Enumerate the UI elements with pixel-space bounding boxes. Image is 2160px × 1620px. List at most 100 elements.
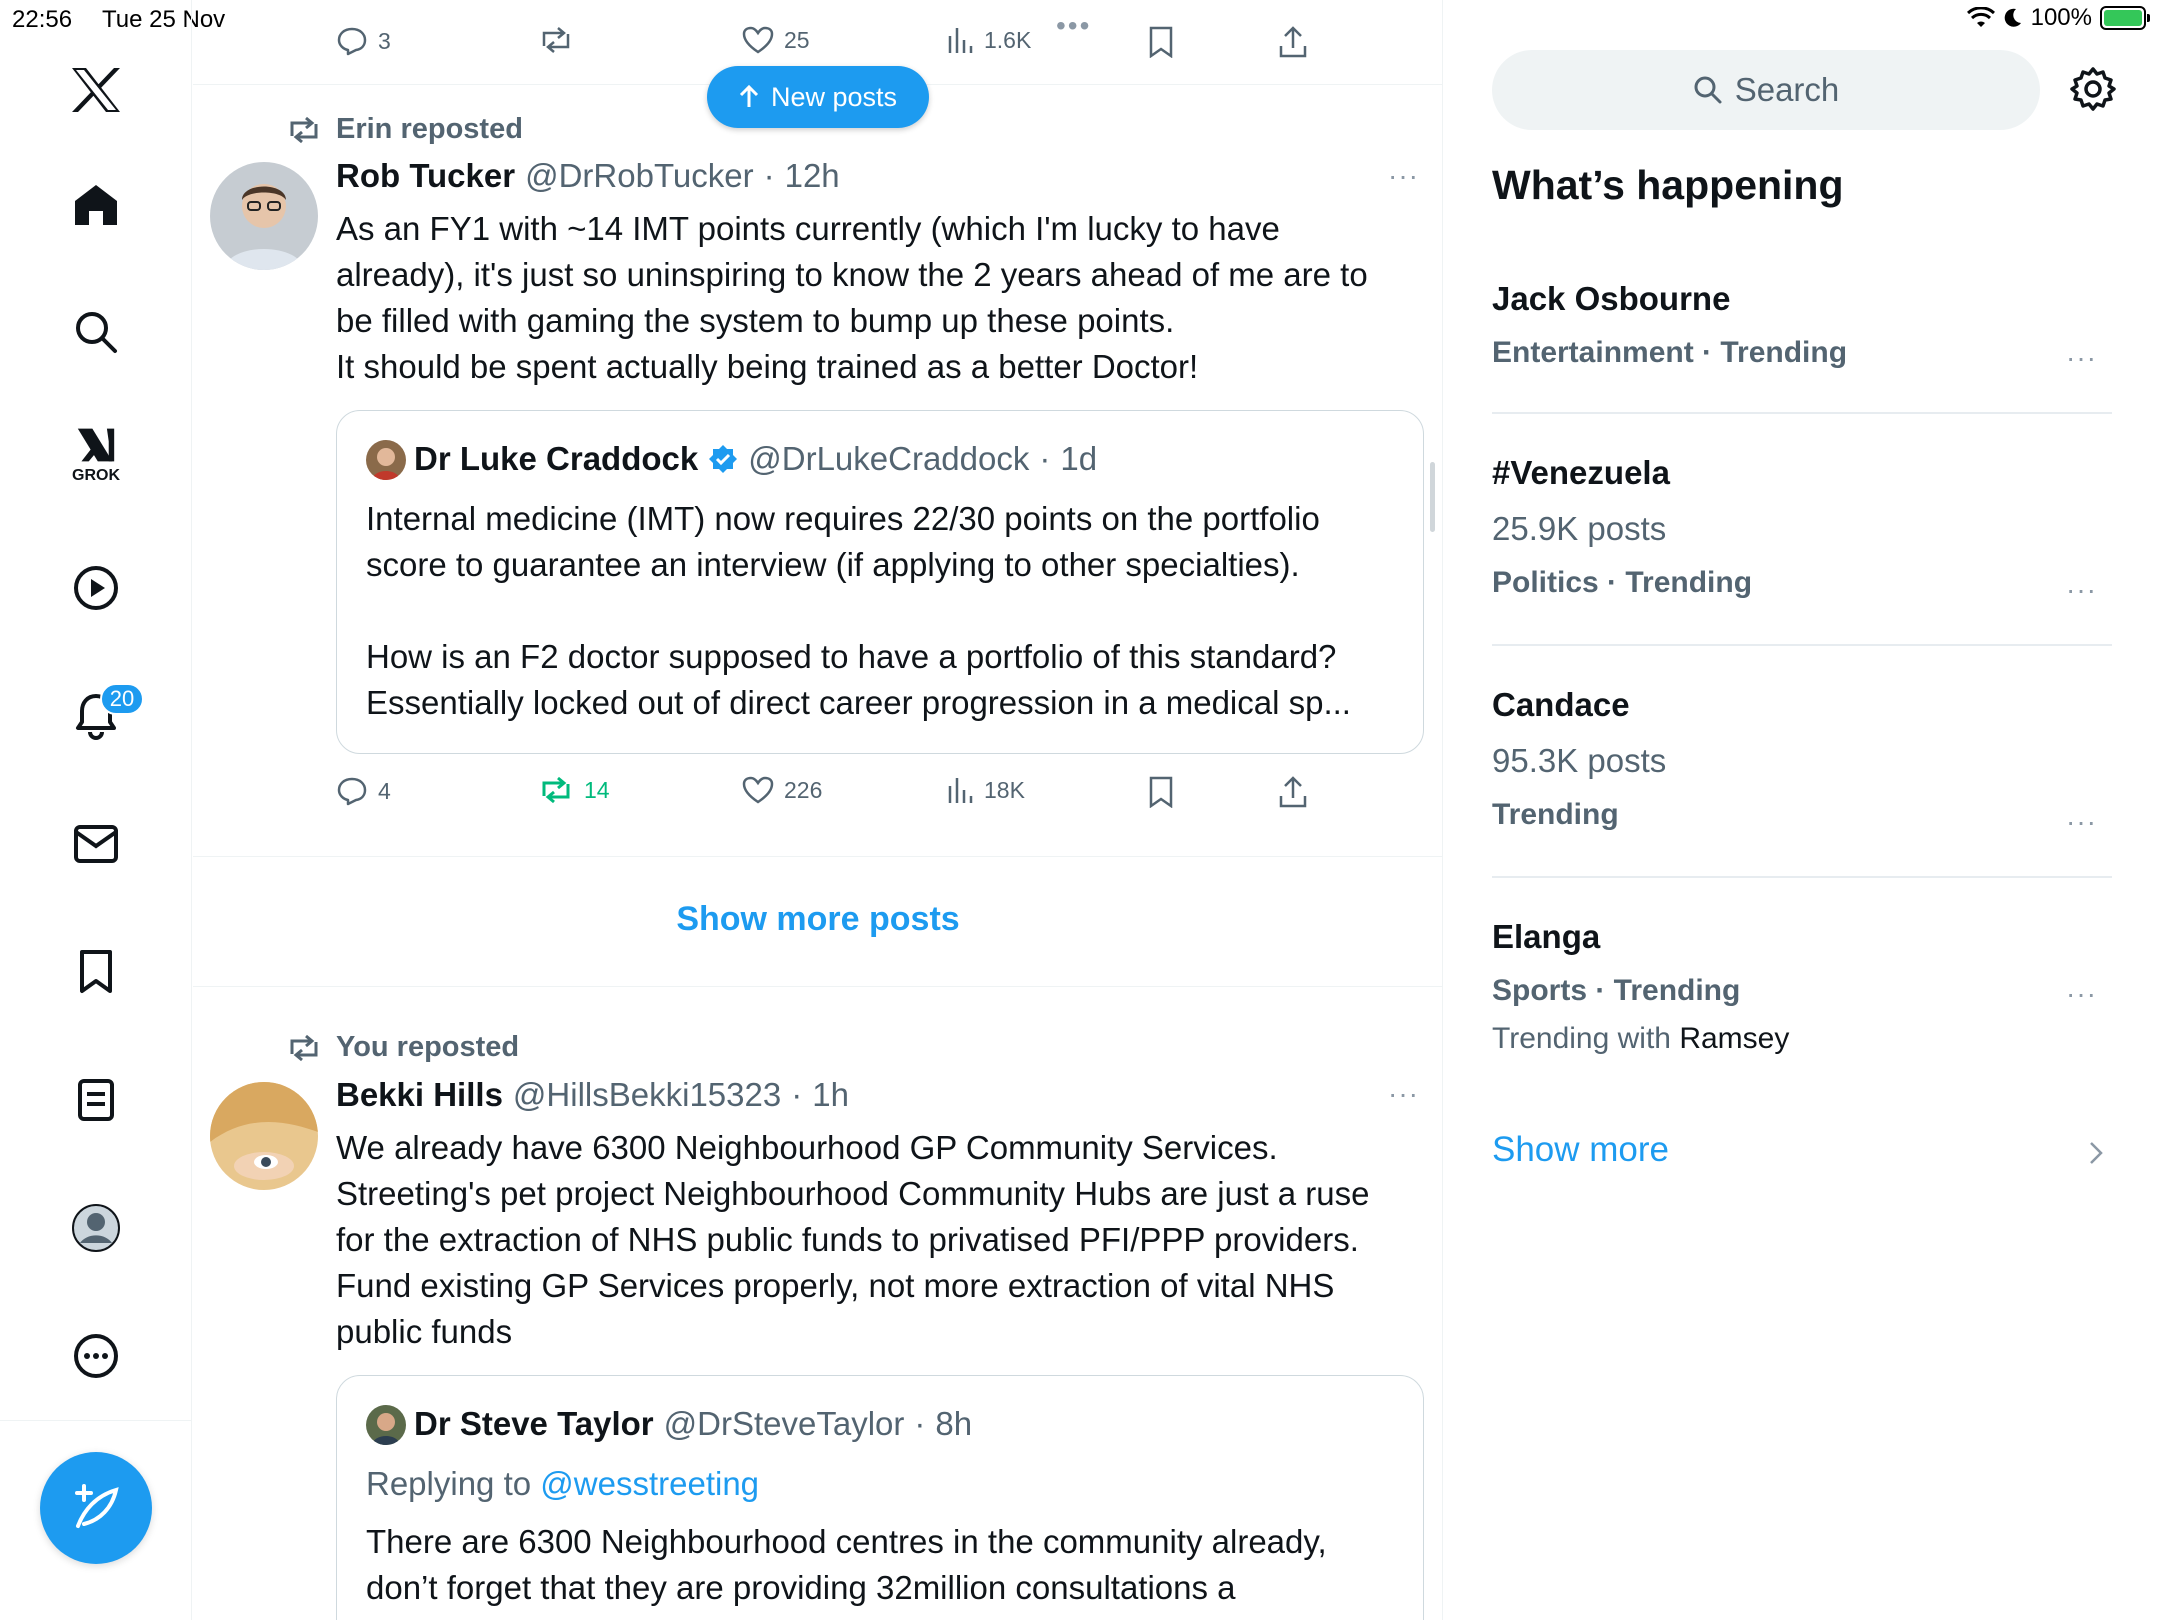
trend-title: #Venezuela bbox=[1492, 454, 1670, 491]
heart-icon bbox=[742, 26, 774, 54]
avatar[interactable] bbox=[210, 162, 318, 270]
separator-dot: · bbox=[1039, 440, 1051, 477]
quote-line: Internal medicine (IMT) now requires 22/… bbox=[366, 500, 1320, 537]
divider bbox=[1492, 644, 2112, 646]
repost-button[interactable]: 14 bbox=[538, 776, 610, 804]
x-logo-icon[interactable] bbox=[66, 60, 126, 120]
show-more-link[interactable]: Show more bbox=[1492, 1130, 1669, 1170]
quote-line: don’t forget that they are providing 32m… bbox=[366, 1569, 1236, 1606]
reply-icon bbox=[337, 777, 367, 806]
trending-with-name[interactable]: Ramsey bbox=[1679, 1022, 1789, 1055]
tweet-line: for the extraction of NHS public funds t… bbox=[336, 1221, 1359, 1258]
like-count: 25 bbox=[784, 26, 810, 53]
avatar[interactable] bbox=[210, 1082, 318, 1190]
video-icon[interactable] bbox=[66, 558, 126, 618]
replying-to-handle[interactable]: @wesstreeting bbox=[540, 1465, 759, 1502]
bookmark-icon[interactable] bbox=[66, 942, 126, 1002]
trend-count: 95.3K posts bbox=[1492, 742, 1667, 779]
share-button[interactable] bbox=[1278, 776, 1308, 808]
bookmark-tweet-button[interactable] bbox=[1148, 26, 1174, 58]
tweet-line: be filled with gaming the system to bump… bbox=[336, 302, 1175, 339]
views-button[interactable]: 18K bbox=[946, 776, 1025, 804]
trend-item[interactable]: Jack Osbourne Entertainment · Trending bbox=[1492, 280, 2112, 370]
tweet-line: Streeting's pet project Neighbourhood Co… bbox=[336, 1175, 1370, 1212]
author-name[interactable]: Bekki Hills bbox=[336, 1076, 503, 1114]
replying-to-label: Replying to bbox=[366, 1465, 532, 1502]
grok-label: GROK bbox=[72, 467, 120, 484]
show-more-posts-link[interactable]: Show more posts bbox=[193, 900, 1443, 939]
reply-count: 3 bbox=[378, 27, 391, 54]
tweet-text: We already have 6300 Neighbourhood GP Co… bbox=[336, 1125, 1436, 1355]
author-handle[interactable]: @HillsBekki15323 bbox=[513, 1076, 781, 1114]
trending-with-prefix: Trending with bbox=[1492, 1022, 1680, 1055]
trend-title: Candace bbox=[1492, 686, 1630, 723]
repost-button[interactable] bbox=[538, 26, 584, 54]
trend-item[interactable]: Elanga Sports · Trending Trending with R… bbox=[1492, 918, 2112, 1056]
trending-with: Trending with Ramsey bbox=[1492, 1022, 2112, 1056]
tweet-time[interactable]: 1h bbox=[812, 1076, 849, 1114]
more-icon[interactable] bbox=[66, 1326, 126, 1386]
repost-count: 14 bbox=[584, 776, 610, 803]
grok-icon[interactable]: GROK bbox=[66, 425, 126, 485]
quote-text: Internal medicine (IMT) now requires 22/… bbox=[366, 496, 1406, 726]
quote-line bbox=[366, 588, 1406, 634]
home-icon[interactable] bbox=[66, 175, 126, 235]
mail-icon[interactable] bbox=[66, 814, 126, 874]
quote-author-handle: @DrLukeCraddock bbox=[748, 440, 1030, 477]
sidebar-divider bbox=[0, 1420, 192, 1421]
reply-button[interactable]: 3 bbox=[336, 26, 391, 56]
tweet-time[interactable]: 12h bbox=[785, 157, 840, 195]
search-input[interactable]: Search bbox=[1492, 50, 2040, 130]
tweet-more-button[interactable]: ··· bbox=[1388, 160, 1419, 192]
tweet-text: As an FY1 with ~14 IMT points currently … bbox=[336, 206, 1426, 390]
tweet-line: already), it's just so uninspiring to kn… bbox=[336, 256, 1368, 293]
trend-item[interactable]: #Venezuela 25.9K posts Politics · Trendi… bbox=[1492, 454, 2112, 600]
bookmark-tweet-button[interactable] bbox=[1148, 776, 1174, 808]
trend-item[interactable]: Candace 95.3K posts Trending bbox=[1492, 686, 2112, 832]
battery-icon bbox=[2100, 6, 2150, 30]
repost-by-label[interactable]: Erin reposted bbox=[336, 113, 523, 146]
trend-more-button[interactable]: ··· bbox=[2066, 342, 2097, 374]
tweet-line: We already have 6300 Neighbourhood GP Co… bbox=[336, 1129, 1278, 1166]
author-handle[interactable]: @DrRobTucker bbox=[525, 157, 754, 195]
views-button[interactable]: 1.6K bbox=[946, 26, 1031, 54]
new-posts-label: New posts bbox=[770, 81, 898, 112]
notifications-badge: 20 bbox=[100, 683, 144, 715]
separator-dot: · bbox=[914, 1405, 926, 1442]
tweet-more-button[interactable]: ··· bbox=[1388, 1078, 1419, 1110]
separator-dot: · bbox=[791, 1076, 803, 1113]
search-icon[interactable] bbox=[66, 302, 126, 362]
trend-more-button[interactable]: ··· bbox=[2066, 574, 2097, 606]
reply-button[interactable]: 4 bbox=[336, 776, 391, 806]
repost-by-label[interactable]: You reposted bbox=[336, 1031, 519, 1064]
trend-more-button[interactable]: ··· bbox=[2066, 806, 2097, 838]
like-button[interactable]: 25 bbox=[742, 26, 810, 54]
arrow-up-icon bbox=[739, 85, 759, 107]
compose-button[interactable] bbox=[40, 1452, 152, 1564]
share-button[interactable] bbox=[1278, 26, 1308, 58]
repost-icon bbox=[542, 27, 570, 53]
divider bbox=[193, 986, 1443, 987]
window-handle-dots[interactable]: ••• bbox=[1056, 10, 1091, 42]
search-icon bbox=[1694, 76, 1722, 104]
settings-button[interactable] bbox=[2070, 66, 2116, 112]
share-icon bbox=[1279, 26, 1307, 58]
chevron-right-icon bbox=[2088, 1140, 2104, 1166]
divider bbox=[193, 856, 1443, 857]
repost-context: Erin reposted bbox=[286, 113, 523, 146]
tweet-line: As an FY1 with ~14 IMT points currently … bbox=[336, 210, 1280, 247]
quote-line: How is an F2 doctor supposed to have a p… bbox=[366, 638, 1337, 675]
views-icon bbox=[948, 28, 973, 53]
trend-more-button[interactable]: ··· bbox=[2066, 978, 2097, 1010]
profile-icon[interactable] bbox=[66, 1198, 126, 1258]
scrollbar-thumb[interactable] bbox=[1430, 462, 1435, 532]
divider bbox=[1492, 412, 2112, 414]
reply-icon bbox=[337, 27, 367, 56]
like-button[interactable]: 226 bbox=[742, 776, 822, 804]
repost-icon bbox=[542, 776, 570, 804]
quote-author-name: Dr Steve Taylor bbox=[414, 1405, 654, 1442]
author-name[interactable]: Rob Tucker bbox=[336, 157, 515, 195]
new-posts-button[interactable]: New posts bbox=[707, 66, 929, 128]
quote-header: Dr Steve Taylor @DrSteveTaylor · 8h bbox=[414, 1405, 972, 1443]
lists-icon[interactable] bbox=[66, 1070, 126, 1130]
